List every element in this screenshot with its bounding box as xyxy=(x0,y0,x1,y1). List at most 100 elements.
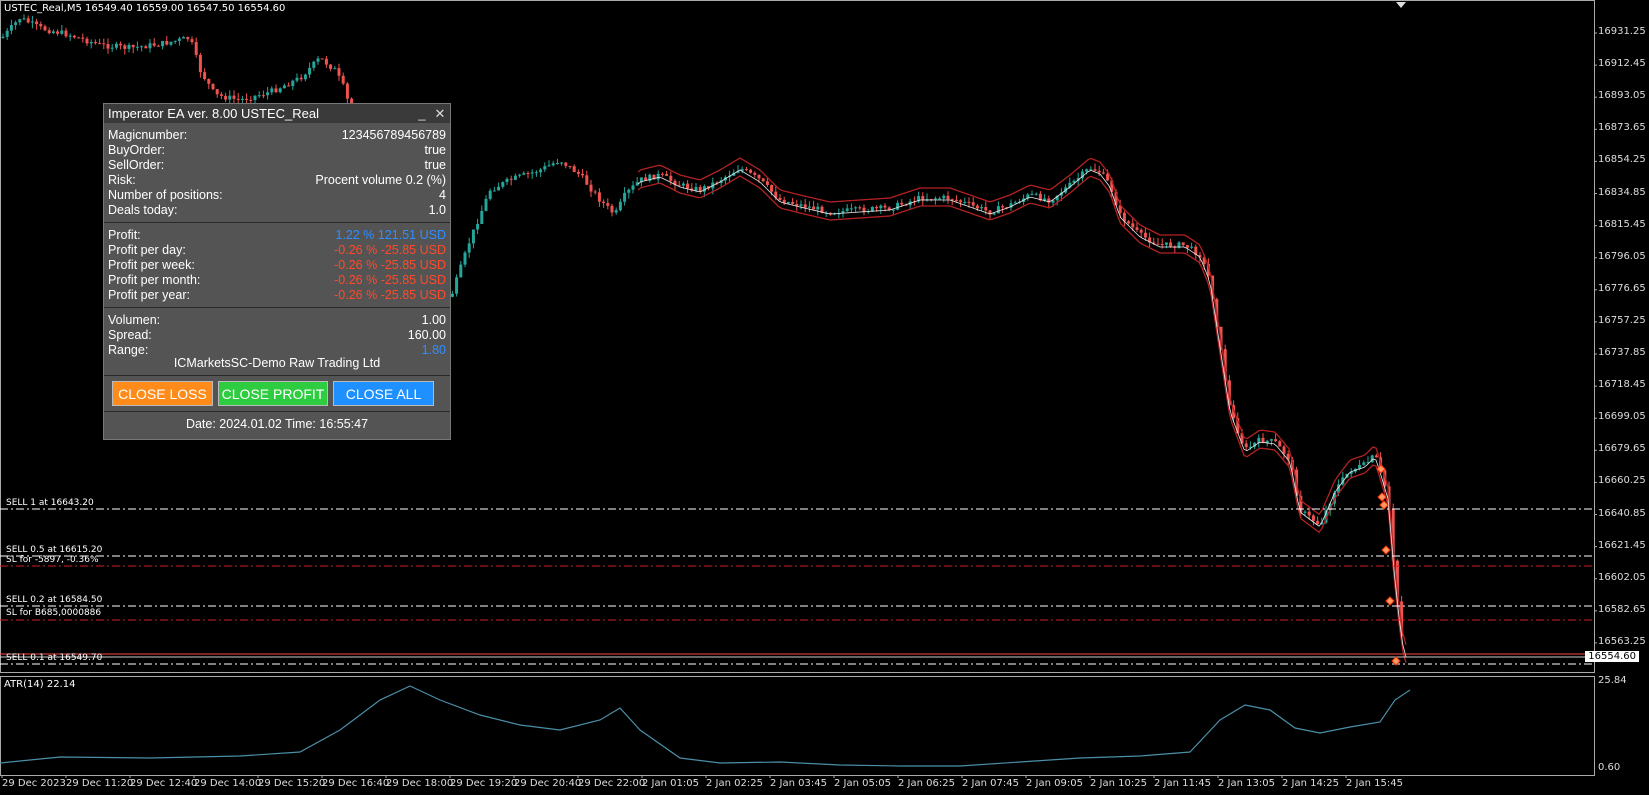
spread-value: 160.00 xyxy=(407,328,446,342)
candle-body xyxy=(253,95,257,101)
time-axis-label: 29 Dec 22:00 xyxy=(578,778,646,789)
candle-body xyxy=(303,74,307,80)
candle-body xyxy=(799,204,803,206)
order-lines xyxy=(0,508,1594,665)
candle-body xyxy=(26,18,30,23)
candle-body xyxy=(320,58,324,60)
close-all-button[interactable]: CLOSE ALL xyxy=(333,381,434,406)
close-icon[interactable]: ✕ xyxy=(432,104,448,123)
range-value: 1.80 xyxy=(421,343,446,357)
ea-info-panel[interactable]: Imperator EA ver. 8.00 USTEC_Real _ ✕ Ma… xyxy=(103,103,451,440)
candle-body xyxy=(463,252,467,265)
current-price-tag: 16554.60 xyxy=(1585,651,1639,662)
candle-body xyxy=(324,58,328,65)
candle-body xyxy=(1274,439,1278,442)
candle-body xyxy=(665,173,669,176)
candle-body xyxy=(896,202,900,210)
profit-row: Profit: 1.22 % 121.51 USD xyxy=(108,228,446,243)
time-axis-label: 29 Dec 16:40 xyxy=(322,778,390,789)
sl-line-label-2: SL for B685,0000886 xyxy=(6,608,102,618)
candle-body xyxy=(266,92,270,96)
candle-body xyxy=(47,30,51,34)
minimize-icon[interactable]: _ xyxy=(414,104,430,123)
candle-body xyxy=(1278,441,1282,447)
time-axis-label: 29 Dec 2023 xyxy=(2,778,66,789)
candle-body xyxy=(131,44,135,48)
time-axis-label: 29 Dec 19:20 xyxy=(450,778,518,789)
candle-body xyxy=(606,203,610,206)
candle-body xyxy=(593,191,597,193)
magic-label: Magicnumber: xyxy=(108,128,188,142)
candle-body xyxy=(282,85,286,89)
candle-body xyxy=(505,178,509,183)
panel-title-bar[interactable]: Imperator EA ver. 8.00 USTEC_Real _ ✕ xyxy=(104,104,450,123)
time-axis-label: 2 Jan 13:05 xyxy=(1218,778,1275,789)
candle-body xyxy=(1311,515,1315,521)
candle-body xyxy=(98,43,102,45)
candle-body xyxy=(1374,455,1378,458)
candle-body xyxy=(967,201,971,203)
candle-body xyxy=(471,229,475,244)
profit-week-label: Profit per week: xyxy=(108,258,195,272)
candle-body xyxy=(316,58,320,62)
candle-body xyxy=(858,207,862,209)
candle-body xyxy=(341,75,345,84)
candle-body xyxy=(77,37,81,39)
price-axis-label: 16640.85 xyxy=(1598,507,1646,519)
candle-body xyxy=(215,89,219,95)
candle-body xyxy=(22,18,26,20)
time-axis-label: 29 Dec 14:00 xyxy=(194,778,262,789)
close-profit-button[interactable]: CLOSE PROFIT xyxy=(218,381,328,406)
candle-body xyxy=(127,44,131,49)
profit-year-value: -0.26 % -25.85 USD xyxy=(334,288,446,302)
profit-row: Profit per day: -0.26 % -25.85 USD xyxy=(108,243,446,258)
price-axis-label: 16737.85 xyxy=(1598,347,1646,358)
candle-body xyxy=(585,175,589,185)
positions-label: Number of positions: xyxy=(108,188,223,202)
candle-body xyxy=(249,99,253,101)
candle-body xyxy=(35,21,39,25)
candle-body xyxy=(148,43,152,49)
candle-body xyxy=(770,184,774,192)
candle-body xyxy=(530,172,534,174)
price-axis-label: 16815.45 xyxy=(1598,218,1646,230)
candle-body xyxy=(156,45,160,47)
shift-marker-icon xyxy=(1396,2,1406,8)
candle-body xyxy=(182,37,186,39)
candle-body xyxy=(1139,229,1143,233)
candle-body xyxy=(123,45,127,49)
price-axis-label: 16873.65 xyxy=(1598,122,1646,134)
candle-body xyxy=(1307,511,1311,516)
atr-axis-min: 0.60 xyxy=(1598,762,1621,773)
candle-body xyxy=(161,40,165,47)
candle-body xyxy=(1001,206,1005,208)
lower-band-line xyxy=(637,175,1407,663)
candle-body xyxy=(555,162,559,164)
market-row: Volumen: 1.00 xyxy=(108,313,446,328)
time-axis-label: 2 Jan 14:25 xyxy=(1282,778,1339,789)
time-axis-label: 29 Dec 18:00 xyxy=(386,778,454,789)
trade-marker-icon xyxy=(1381,545,1391,555)
candle-body xyxy=(140,46,144,48)
price-axis-label: 16931.25 xyxy=(1598,26,1646,37)
price-axis-label: 16679.65 xyxy=(1598,443,1646,455)
candle-body xyxy=(980,207,984,209)
candle-body xyxy=(236,98,240,100)
candle-body xyxy=(942,195,946,199)
candle-body xyxy=(144,46,148,49)
candle-body xyxy=(883,205,887,208)
candle-body xyxy=(1030,194,1034,196)
candle-body xyxy=(791,201,795,204)
close-loss-button[interactable]: CLOSE LOSS xyxy=(112,381,213,406)
candle-body xyxy=(539,169,543,173)
candle-body xyxy=(488,190,492,199)
candle-body xyxy=(1169,242,1173,247)
candle-body xyxy=(744,169,748,171)
candle-body xyxy=(518,174,522,176)
candle-body xyxy=(219,94,223,96)
candle-body xyxy=(623,192,627,202)
candle-body xyxy=(173,40,177,42)
market-row: Spread: 160.00 xyxy=(108,328,446,343)
candle-body xyxy=(1160,244,1164,246)
atr-line xyxy=(0,685,1411,767)
